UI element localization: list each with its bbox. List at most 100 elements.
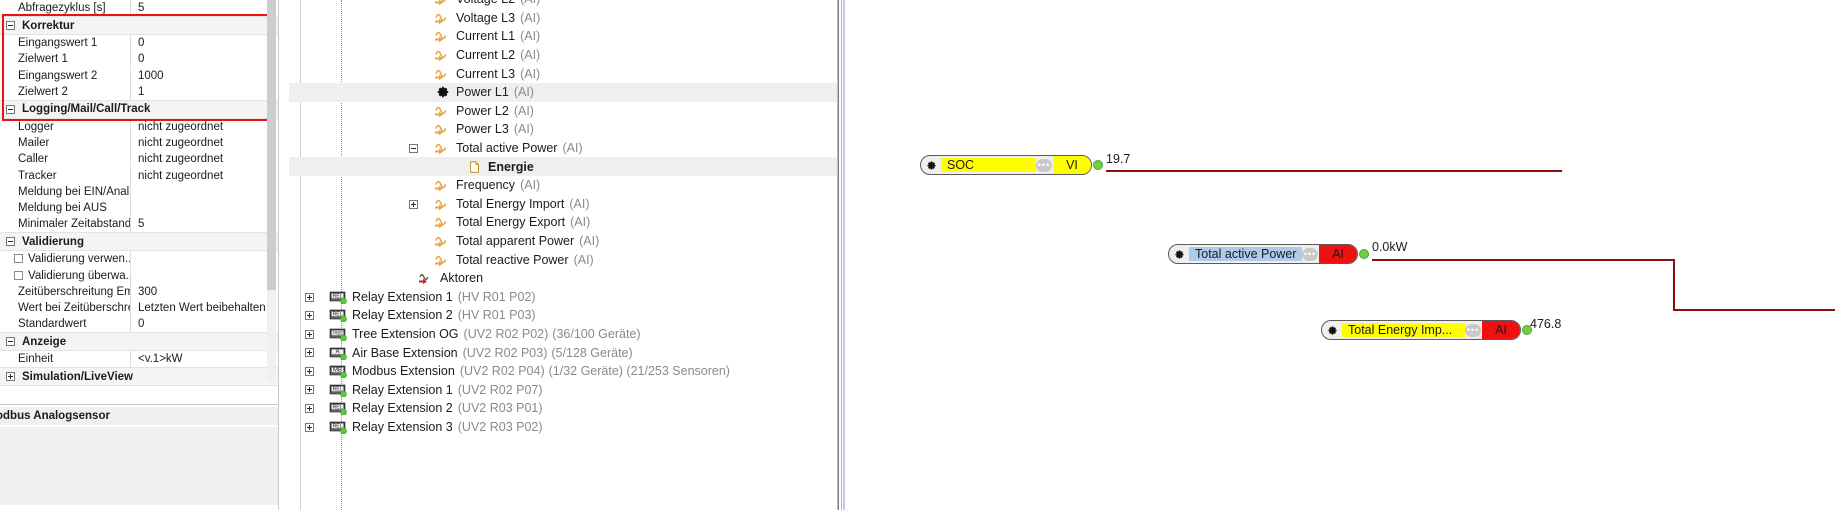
property-row[interactable]: Einheit <v.1>kW [0,351,278,368]
tree-item[interactable]: Energie [289,157,837,176]
collapse-icon[interactable] [6,21,15,31]
property-grid-scrollbar[interactable] [267,0,276,380]
scrollbar-thumb[interactable] [267,0,276,290]
tree-item[interactable]: Current L2 (AI) [289,46,837,65]
property-group-row[interactable]: Korrektur [0,16,278,36]
total-energy-import-menu-icon[interactable]: ••• [1465,323,1481,337]
property-group-row[interactable]: Validierung [0,232,278,252]
property-row[interactable]: Meldung bei AUS [0,199,278,216]
tree-item[interactable]: Total Energy Export (AI) [289,213,837,232]
tree-item[interactable]: TREE Tree Extension OG (UV2 R02 P02) (36/10… [289,325,837,344]
property-value[interactable]: 5 [131,0,278,16]
total-active-power-menu-icon[interactable]: ••• [1302,247,1318,261]
property-group-row[interactable]: Simulation/LiveView [0,367,278,387]
expand-icon[interactable] [305,348,314,358]
collapse-icon[interactable] [409,143,418,153]
tree-item[interactable]: Voltage L2 (AI) [289,0,837,9]
expand-icon[interactable] [305,366,314,376]
property-value[interactable]: nicht zugeordnet [131,168,278,184]
tree-item[interactable]: REL Relay Extension 1 (UV2 R02 P07) [289,380,837,399]
property-name: Standardwert [0,316,131,333]
tree-item[interactable]: MB Modbus Extension (UV2 R02 P04) (1/32 Ger… [289,362,837,381]
tree-item-meta: (AI) [562,141,583,156]
expand-icon[interactable] [305,422,314,432]
svg-text:REL: REL [333,386,343,392]
property-row[interactable]: Zeitüberschreitung Em... 300 [0,283,278,300]
tree-item[interactable]: REL Relay Extension 3 (UV2 R03 P02) [289,418,837,437]
property-row[interactable]: Wert bei Zeitüberschre...Letzten Wert be… [0,299,278,316]
property-value[interactable]: 300 [131,284,278,300]
property-row[interactable]: Eingangswert 10 [0,35,278,52]
total-active-power-connector[interactable] [1359,249,1369,259]
tree-item[interactable]: REL Relay Extension 1 (HV R01 P02) [289,288,837,307]
tree-item[interactable]: Aktoren [289,269,837,288]
property-row[interactable]: Mailer nicht zugeordnet [0,135,278,152]
property-value[interactable]: nicht zugeordnet [131,151,278,167]
tree-item[interactable]: Power L2 (AI) [289,102,837,121]
expand-icon[interactable] [305,385,314,395]
property-value[interactable]: nicht zugeordnet [131,119,278,135]
soc-node-connector[interactable] [1093,160,1103,170]
expand-icon[interactable] [305,329,314,339]
expand-icon[interactable] [409,199,418,209]
property-value[interactable]: nicht zugeordnet [131,135,278,151]
property-value[interactable]: 0 [131,35,278,51]
gear-icon[interactable] [1322,325,1342,336]
tree-item-label: Total reactive Power [456,252,569,267]
collapse-icon[interactable] [6,104,15,114]
gear-icon[interactable] [921,160,941,171]
property-group-row[interactable]: Anzeige [0,332,278,352]
property-group-row[interactable]: Logging/Mail/Call/Track [0,99,278,119]
property-row[interactable]: Logger nicht zugeordnet [0,119,278,136]
device-tree-panel[interactable]: Voltage L2 (AI) Voltage L3 (AI) Current L1 (A… [289,0,838,510]
property-value[interactable]: 1000 [131,68,278,84]
property-row[interactable]: Validierung verwen... [0,251,278,268]
tree-item[interactable]: Power L1 (AI) [289,82,837,102]
tree-item[interactable]: Total active Power (AI) [289,139,837,158]
property-row[interactable]: Standardwert 0 [0,316,278,333]
tree-item[interactable]: Current L1 (AI) [289,27,837,46]
tree-item[interactable]: Frequency (AI) [289,176,837,195]
property-value[interactable]: Letzten Wert beibehalten [131,300,278,316]
total-active-power-tag: AI [1319,245,1357,263]
property-value[interactable]: 0 [131,51,278,67]
checkbox[interactable] [14,254,23,264]
checkbox[interactable] [14,270,23,280]
tree-item[interactable]: A Air Base Extension (UV2 R02 P03) (5/128 G… [289,343,837,362]
expand-icon[interactable] [305,292,314,302]
property-row[interactable]: Zielwert 21 [0,83,278,100]
property-row[interactable]: Minimaler Zeitabstand 5 [0,216,278,233]
tree-item[interactable]: Total apparent Power (AI) [289,232,837,251]
property-row[interactable]: Validierung überwa... [0,267,278,284]
expand-icon[interactable] [6,372,15,382]
tree-item[interactable]: Total reactive Power (AI) [289,250,837,269]
total-energy-import-node[interactable]: Total Energy Imp... ••• AI [1321,320,1521,340]
property-row[interactable]: Zielwert 10 [0,51,278,68]
property-row[interactable]: Abfragezyklus [s] 5 [0,0,278,17]
soc-node-menu-icon[interactable]: ••• [1036,158,1052,172]
tree-item[interactable]: REL Relay Extension 2 (UV2 R03 P01) [289,399,837,418]
property-value[interactable]: 0 [131,316,278,332]
tree-item[interactable]: Power L3 (AI) [289,120,837,139]
tree-item[interactable]: REL Relay Extension 2 (HV R01 P03) [289,306,837,325]
expand-icon[interactable] [305,311,314,321]
property-row[interactable]: Caller nicht zugeordnet [0,151,278,168]
tree-item[interactable]: Total Energy Import (AI) [289,195,837,214]
property-value[interactable]: <v.1>kW [131,351,278,367]
gear-icon[interactable] [1169,249,1189,260]
property-row[interactable]: Meldung bei EIN/Anal... [0,183,278,200]
property-value[interactable]: 1 [131,84,278,100]
expand-icon[interactable] [305,404,314,414]
collapse-icon[interactable] [6,337,15,347]
collapse-icon[interactable] [6,237,15,247]
tree-item[interactable]: Voltage L3 (AI) [289,9,837,28]
property-value[interactable]: 5 [131,216,278,232]
relay-extension-icon: REL [329,308,349,323]
property-row[interactable]: Tracker nicht zugeordnet [0,167,278,184]
property-row[interactable]: Eingangswert 2 1000 [0,67,278,84]
tree-item[interactable]: Current L3 (AI) [289,64,837,83]
soc-node[interactable]: SOC ••• VI [920,155,1092,175]
energy-flow-canvas[interactable]: SOC ••• VI 19.7 Total active Power ••• A… [838,0,1835,510]
total-active-power-node[interactable]: Total active Power ••• AI [1168,244,1358,264]
property-grid-panel[interactable]: Abfragezyklus [s] 5 Korrektur Eingangswert … [0,0,279,510]
